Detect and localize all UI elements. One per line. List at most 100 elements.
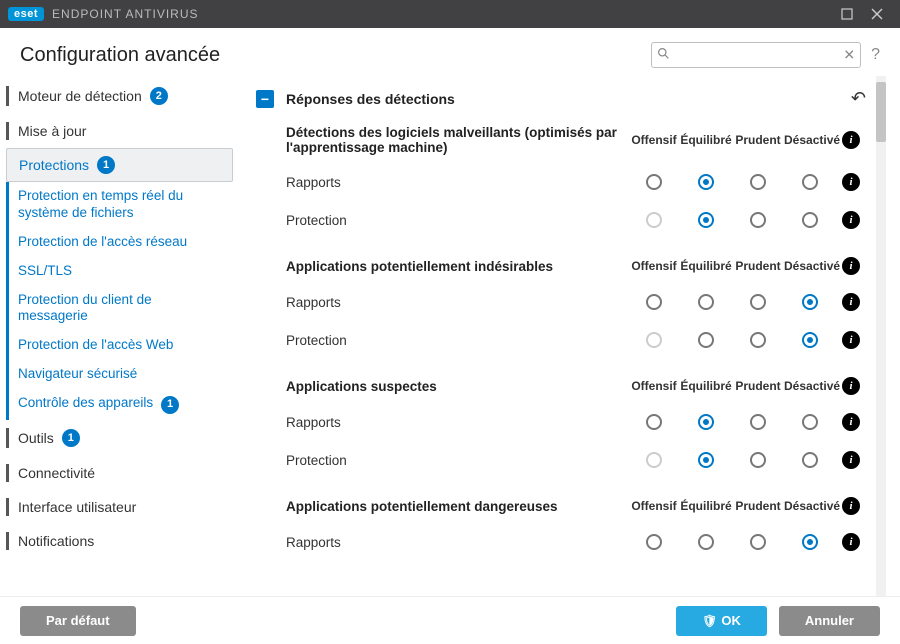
row-label: Protection xyxy=(286,333,628,348)
nav-sub-6[interactable]: Contrôle des appareils1 xyxy=(0,389,241,420)
help-button[interactable]: ? xyxy=(871,46,880,64)
undo-button[interactable]: ↶ xyxy=(851,88,866,109)
nav-item-3[interactable]: Outils1 xyxy=(0,420,241,456)
radio-option-3[interactable] xyxy=(802,534,818,550)
info-icon[interactable]: i xyxy=(842,533,860,551)
nav-item-6[interactable]: Notifications xyxy=(0,524,241,558)
info-icon[interactable]: i xyxy=(842,173,860,191)
radio-option-0[interactable] xyxy=(646,174,662,190)
nav-label: Mise à jour xyxy=(18,123,86,139)
setting-row: Protection i xyxy=(286,321,866,359)
info-icon[interactable]: i xyxy=(842,331,860,349)
nav-sub-4[interactable]: Protection de l'accès Web xyxy=(0,331,241,360)
group-title: Détections des logiciels malveillants (o… xyxy=(286,125,628,155)
info-icon[interactable]: i xyxy=(842,211,860,229)
nav-sub-2[interactable]: SSL/TLS xyxy=(0,257,241,286)
search-input[interactable] xyxy=(651,42,861,68)
radio-option-3[interactable] xyxy=(802,452,818,468)
window-close-button[interactable] xyxy=(862,0,892,28)
setting-row: Rapportsi xyxy=(286,163,866,201)
page-title: Configuration avancée xyxy=(20,44,220,67)
nav-item-4[interactable]: Connectivité xyxy=(0,456,241,490)
collapse-toggle[interactable]: − xyxy=(256,90,274,108)
info-icon[interactable]: i xyxy=(842,377,860,395)
radio-option-2[interactable] xyxy=(750,212,766,228)
nav-sub-label: SSL/TLS xyxy=(18,263,72,278)
col-label-0: Offensif xyxy=(628,259,680,273)
info-icon[interactable]: i xyxy=(842,257,860,275)
radio-option-1[interactable] xyxy=(698,174,714,190)
cancel-button[interactable]: Annuler xyxy=(779,606,880,636)
setting-row: Protectioni xyxy=(286,441,866,479)
scrollbar[interactable] xyxy=(876,76,886,596)
info-icon[interactable]: i xyxy=(842,293,860,311)
radio-option-3[interactable] xyxy=(802,332,818,348)
radio-option-3[interactable] xyxy=(802,174,818,190)
radio-option-0[interactable] xyxy=(646,534,662,550)
nav-label: Moteur de détection xyxy=(18,88,142,104)
radio-option-2[interactable] xyxy=(750,174,766,190)
nav-sub-label: Protection en temps réel du système de f… xyxy=(18,188,183,220)
setting-row: Rapports i xyxy=(286,523,866,561)
radio-option-0 xyxy=(646,452,662,468)
col-label-1: Équilibré xyxy=(680,133,732,147)
radio-option-2[interactable] xyxy=(750,534,766,550)
nav-label: Outils xyxy=(18,430,54,446)
ok-button[interactable]: 🛡OK xyxy=(676,606,767,636)
nav-item-1[interactable]: Mise à jour xyxy=(0,114,241,148)
setting-row: Rapportsi xyxy=(286,403,866,441)
group-head: Applications suspectesOffensifÉquilibréP… xyxy=(286,377,866,403)
info-icon[interactable]: i xyxy=(842,413,860,431)
radio-option-0[interactable] xyxy=(646,294,662,310)
nav-sub-0[interactable]: Protection en temps réel du système de f… xyxy=(0,182,241,228)
nav-item-5[interactable]: Interface utilisateur xyxy=(0,490,241,524)
radio-option-1[interactable] xyxy=(698,294,714,310)
setting-row: Rapports i xyxy=(286,283,866,321)
ok-label: OK xyxy=(721,613,741,628)
radio-option-3[interactable] xyxy=(802,414,818,430)
radio-option-3[interactable] xyxy=(802,212,818,228)
settings-panel: − Réponses des détections ↶ Détections d… xyxy=(256,76,876,596)
row-label: Rapports xyxy=(286,535,628,550)
nav-sub-5[interactable]: Navigateur sécurisé xyxy=(0,360,241,389)
radio-option-2[interactable] xyxy=(750,452,766,468)
nav-item-2[interactable]: Protections1 xyxy=(6,148,233,182)
close-icon xyxy=(871,8,883,20)
nav-sub-label: Navigateur sécurisé xyxy=(18,366,137,381)
col-label-3: Désactivé xyxy=(784,379,836,393)
group-2: Applications suspectesOffensifÉquilibréP… xyxy=(286,377,866,479)
group-head: Détections des logiciels malveillants (o… xyxy=(286,125,866,163)
radio-option-1[interactable] xyxy=(698,332,714,348)
radio-option-2[interactable] xyxy=(750,332,766,348)
setting-row: Protectioni xyxy=(286,201,866,239)
radio-option-2[interactable] xyxy=(750,294,766,310)
nav-badge: 1 xyxy=(161,396,179,414)
window-maximize-button[interactable] xyxy=(832,0,862,28)
row-label: Rapports xyxy=(286,295,628,310)
group-0: Détections des logiciels malveillants (o… xyxy=(286,125,866,239)
section-title: Réponses des détections xyxy=(286,91,455,107)
clear-search-button[interactable]: ✕ xyxy=(843,47,855,64)
default-button[interactable]: Par défaut xyxy=(20,606,136,636)
content: − Réponses des détections ↶ Détections d… xyxy=(242,76,900,596)
nav-sub-1[interactable]: Protection de l'accès réseau xyxy=(0,228,241,257)
info-icon[interactable]: i xyxy=(842,451,860,469)
search-wrap: ✕ xyxy=(651,42,861,68)
radio-option-1[interactable] xyxy=(698,534,714,550)
col-label-2: Prudent xyxy=(732,259,784,273)
info-icon[interactable]: i xyxy=(842,497,860,515)
col-label-0: Offensif xyxy=(628,133,680,147)
titlebar: eset ENDPOINT ANTIVIRUS xyxy=(0,0,900,28)
radio-option-0[interactable] xyxy=(646,414,662,430)
radio-option-1[interactable] xyxy=(698,414,714,430)
info-icon[interactable]: i xyxy=(842,131,860,149)
scroll-thumb[interactable] xyxy=(876,82,886,142)
nav-item-0[interactable]: Moteur de détection2 xyxy=(0,78,241,114)
header: Configuration avancée ✕ ? xyxy=(0,28,900,76)
radio-option-1[interactable] xyxy=(698,212,714,228)
radio-option-2[interactable] xyxy=(750,414,766,430)
col-label-2: Prudent xyxy=(732,499,784,513)
nav-sub-3[interactable]: Protection du client de messagerie xyxy=(0,286,241,332)
radio-option-3[interactable] xyxy=(802,294,818,310)
radio-option-1[interactable] xyxy=(698,452,714,468)
